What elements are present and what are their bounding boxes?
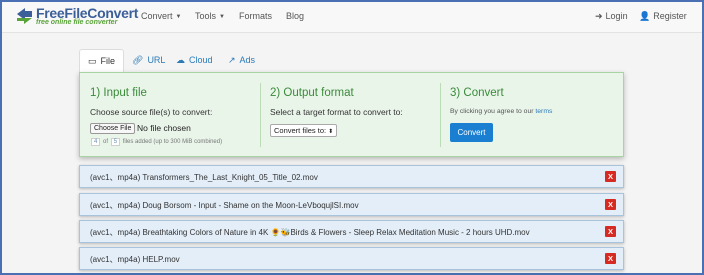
files-added-note: files added (up to 300 MiB combined) [122,139,223,145]
counter-of: of [103,139,109,145]
files-added-counter: 4 of 5 files added (up to 300 MiB combin… [90,138,222,146]
tab-file[interactable]: ▭ File [79,49,125,72]
nav-blog[interactable]: Blog [286,11,304,21]
terms-agreement-text: By clicking you agree to our [450,108,534,115]
close-icon[interactable]: X [605,226,616,237]
tab-file-label: File [100,56,116,66]
file-name: (avc1、mp4a) HELP.mov [90,255,180,264]
file-row: (avc1、mp4a) Doug Borsom - Input - Shame … [79,193,624,216]
nav-register-label: Register [653,11,687,21]
nav-convert-label: Convert [141,11,173,21]
input-file-title: 1) Input file [90,87,147,99]
output-format-select[interactable]: Convert files to: ⬍ [270,124,338,137]
output-format-select-value: Convert files to: [274,126,327,135]
close-icon[interactable]: X [605,253,616,264]
tab-cloud-label: Cloud [189,55,213,65]
monitor-icon: ▭ [88,56,97,66]
link-icon: 🔗︎ [132,55,144,65]
tab-url-label: URL [147,55,166,65]
navbar: FreeFileConvert free online file convert… [2,2,702,33]
file-row: (avc1、mp4a) HELP.mov X [79,247,624,270]
convert-title: 3) Convert [450,87,504,99]
output-format-title: 2) Output format [270,87,354,99]
select-arrows-icon: ⬍ [328,129,334,135]
output-format-desc: Select a target format to convert to: [270,107,403,117]
user-plus-icon: 👤 [639,11,651,21]
choose-file-button[interactable]: Choose File [90,123,136,134]
convert-button[interactable]: Convert [450,123,493,142]
convert-panel: 1) Input file Choose source file(s) to c… [79,72,624,157]
caret-down-icon: ▼ [219,14,225,20]
file-name: (avc1、mp4a) Transformers_The_Last_Knight… [90,173,318,182]
brand-tagline: free online file converter [36,19,118,26]
nav-register[interactable]: 👤 Register [639,11,687,22]
file-row: (avc1、mp4a) Breathtaking Colors of Natur… [79,220,624,243]
close-icon[interactable]: X [605,171,616,182]
convert-arrows-icon [17,8,32,24]
file-name: (avc1、mp4a) Doug Borsom - Input - Shame … [90,201,359,210]
file-row: (avc1、mp4a) Transformers_The_Last_Knight… [79,165,624,188]
logo[interactable]: FreeFileConvert free online file convert… [16,5,138,29]
tab-ads[interactable]: ↗ Ads [220,49,263,71]
tab-url[interactable]: 🔗︎ URL [124,49,173,71]
files-added-count: 4 [91,138,101,146]
input-file-desc: Choose source file(s) to convert: [90,107,213,117]
cloud-icon: ☁ [176,55,185,65]
caret-down-icon: ▼ [175,14,182,20]
tab-ads-label: Ads [239,55,256,65]
file-name: (avc1、mp4a) Breathtaking Colors of Natur… [90,228,530,237]
browser-frame: FreeFileConvert free online file convert… [0,0,704,275]
external-link-icon: ↗ [228,55,236,65]
input-file-section: 1) Input file Choose source file(s) to c… [80,73,260,156]
nav-convert[interactable]: Convert ▼ [141,11,181,21]
nav-formats[interactable]: Formats [239,11,272,21]
no-file-chosen-text: No file chosen [137,123,191,133]
sign-in-icon: ➜ [595,11,603,21]
nav-login-label: Login [605,11,628,21]
nav-tools-label: Tools [195,11,217,21]
nav-tools[interactable]: Tools ▼ [195,11,225,21]
source-tabs: ▭ File 🔗︎ URL ☁ Cloud ↗ Ads [79,49,622,72]
nav-login[interactable]: ➜ Login [595,11,628,22]
close-icon[interactable]: X [605,199,616,210]
files-total-count: 5 [110,138,121,146]
output-format-section: 2) Output format Select a target format … [260,73,440,156]
terms-link[interactable]: terms [535,108,552,115]
tab-cloud[interactable]: ☁ Cloud [168,49,221,71]
terms-agreement: By clicking you agree to our terms [450,108,552,115]
convert-section: 3) Convert By clicking you agree to our … [440,73,623,156]
